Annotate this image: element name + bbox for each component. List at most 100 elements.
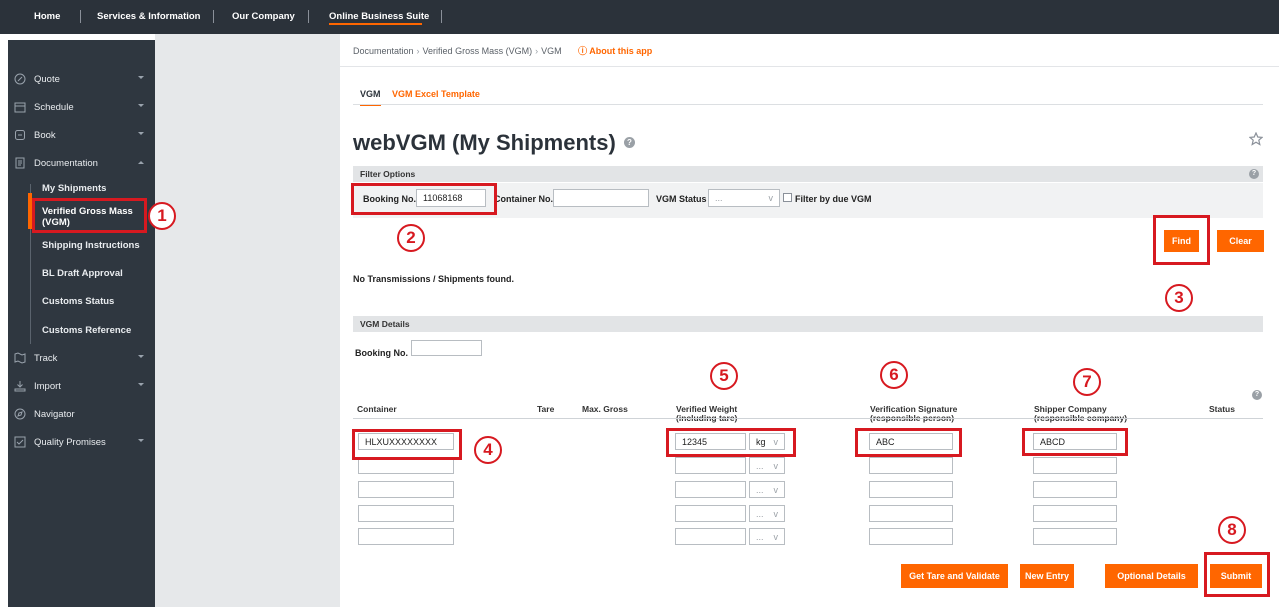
- help-icon[interactable]: ?: [624, 137, 635, 148]
- weight-unit-select[interactable]: ... v: [749, 457, 785, 474]
- breadcrumb: Documentation › Verified Gross Mass (VGM) ›…: [353, 46, 653, 56]
- container-no-input[interactable]: [553, 189, 649, 207]
- breadcrumb-documentation[interactable]: Documentation: [353, 46, 414, 56]
- clear-button[interactable]: Clear: [1217, 230, 1264, 252]
- chevron-down-icon: [138, 383, 144, 386]
- annotation-number: 8: [1218, 516, 1246, 544]
- verification-signature-input[interactable]: [869, 457, 953, 474]
- filter-options-header: Filter Options ?: [353, 166, 1263, 182]
- verified-weight-input[interactable]: [675, 528, 746, 545]
- annotation-number: 3: [1165, 284, 1193, 312]
- annotation-number: 6: [880, 361, 908, 389]
- breadcrumb-vgm: VGM: [541, 46, 562, 56]
- shipper-company-input[interactable]: [1033, 528, 1117, 545]
- verification-signature-input[interactable]: [869, 481, 953, 498]
- sidebar: Quote Schedule Book Documentation My Shi…: [8, 40, 155, 607]
- verified-weight-input[interactable]: [675, 481, 746, 498]
- chevron-down-icon: v: [773, 484, 779, 495]
- favorite-star-icon[interactable]: [1249, 132, 1263, 146]
- annotation-box: [1022, 428, 1128, 456]
- tab-vgm-excel-template[interactable]: VGM Excel Template: [392, 89, 480, 99]
- sidebar-subitem-customs-reference[interactable]: Customs Reference: [42, 325, 155, 336]
- sidebar-item-label: Navigator: [34, 409, 75, 420]
- get-tare-validate-button[interactable]: Get Tare and Validate: [901, 564, 1008, 588]
- sidebar-subitem-bl-draft-approval[interactable]: BL Draft Approval: [42, 268, 155, 279]
- about-app-link[interactable]: ⓘ About this app: [578, 46, 652, 56]
- annotation-box: [32, 198, 147, 233]
- filter-due-checkbox[interactable]: [783, 193, 792, 202]
- nav-our-company[interactable]: Our Company: [232, 0, 295, 34]
- page-title: webVGM (My Shipments): [353, 130, 616, 155]
- annotation-number: 1: [148, 202, 176, 230]
- sidebar-item-label: Quality Promises: [34, 437, 106, 448]
- annotation-number: 2: [397, 224, 425, 252]
- shipper-company-input[interactable]: [1033, 505, 1117, 522]
- nav-online-business-suite[interactable]: Online Business Suite: [329, 0, 429, 34]
- annotation-box: [352, 429, 462, 460]
- verification-signature-input[interactable]: [869, 528, 953, 545]
- help-icon[interactable]: ?: [1249, 169, 1259, 179]
- nav-separator: [213, 10, 214, 23]
- breadcrumb-vgm-full[interactable]: Verified Gross Mass (VGM): [423, 46, 533, 56]
- sidebar-item-schedule[interactable]: Schedule: [8, 94, 155, 122]
- about-app-label: About this app: [589, 46, 653, 56]
- sidebar-subitem-customs-status[interactable]: Customs Status: [42, 296, 155, 307]
- shipper-company-input[interactable]: [1033, 481, 1117, 498]
- filter-options-label: Filter Options: [360, 169, 416, 179]
- calendar-icon: [14, 102, 26, 113]
- quality-icon: [14, 436, 26, 448]
- vgm-details-label: VGM Details: [360, 319, 410, 329]
- compass-icon: [14, 408, 26, 420]
- verified-weight-input[interactable]: [675, 457, 746, 474]
- annotation-box: [351, 183, 497, 215]
- verification-signature-input[interactable]: [869, 505, 953, 522]
- column-header-verified-weight: Verified Weight (including tare): [676, 405, 737, 422]
- chevron-down-icon: [138, 104, 144, 107]
- sidebar-item-quality-promises[interactable]: Quality Promises: [8, 429, 155, 457]
- vgm-status-select[interactable]: ... v: [708, 189, 780, 207]
- sidebar-item-import[interactable]: Import: [8, 373, 155, 401]
- weight-unit-value: ...: [756, 460, 764, 471]
- optional-details-button[interactable]: Optional Details: [1105, 564, 1198, 588]
- vgm-status-label: VGM Status: [656, 194, 707, 204]
- verified-weight-input[interactable]: [675, 505, 746, 522]
- nav-separator: [308, 10, 309, 23]
- new-entry-button[interactable]: New Entry: [1020, 564, 1074, 588]
- top-navigation: Home Services & Information Our Company …: [0, 0, 1279, 34]
- annotation-number: 7: [1073, 368, 1101, 396]
- sidebar-item-label: Book: [34, 130, 56, 141]
- chevron-down-icon: v: [768, 193, 774, 203]
- sidebar-item-track[interactable]: Track: [8, 345, 155, 373]
- weight-unit-select[interactable]: ... v: [749, 481, 785, 498]
- weight-unit-select[interactable]: ... v: [749, 528, 785, 545]
- no-results-message: No Transmissions / Shipments found.: [353, 274, 515, 284]
- shipper-company-input[interactable]: [1033, 457, 1117, 474]
- nav-services-information[interactable]: Services & Information: [97, 0, 200, 34]
- container-input[interactable]: [358, 505, 454, 522]
- weight-unit-select[interactable]: ... v: [749, 505, 785, 522]
- sidebar-item-quote[interactable]: Quote: [8, 66, 155, 94]
- chevron-down-icon: [138, 132, 144, 135]
- container-input[interactable]: [358, 528, 454, 545]
- chevron-up-icon: [138, 161, 144, 164]
- container-input[interactable]: [358, 481, 454, 498]
- sidebar-item-book[interactable]: Book: [8, 122, 155, 150]
- sidebar-item-navigator[interactable]: Navigator: [8, 401, 155, 429]
- annotation-box: [666, 428, 796, 457]
- details-booking-no-input[interactable]: [411, 340, 482, 356]
- map-icon: [14, 352, 26, 364]
- book-icon: [15, 130, 25, 140]
- nav-home[interactable]: Home: [34, 0, 60, 34]
- sidebar-subitem-my-shipments[interactable]: My Shipments: [42, 183, 155, 194]
- nav-active-indicator: [329, 23, 422, 25]
- chevron-down-icon: v: [773, 460, 779, 471]
- help-icon[interactable]: ?: [1252, 390, 1262, 400]
- column-header-signature: Verification Signature (responsible pers…: [870, 405, 957, 422]
- weight-unit-value: ...: [756, 508, 764, 519]
- sidebar-item-label: Documentation: [34, 158, 98, 169]
- annotation-box: [1204, 552, 1270, 597]
- weight-unit-value: ...: [756, 484, 764, 495]
- sidebar-item-documentation[interactable]: Documentation: [8, 150, 155, 178]
- sidebar-item-label: Import: [34, 381, 61, 392]
- sidebar-subitem-shipping-instructions[interactable]: Shipping Instructions: [42, 240, 155, 251]
